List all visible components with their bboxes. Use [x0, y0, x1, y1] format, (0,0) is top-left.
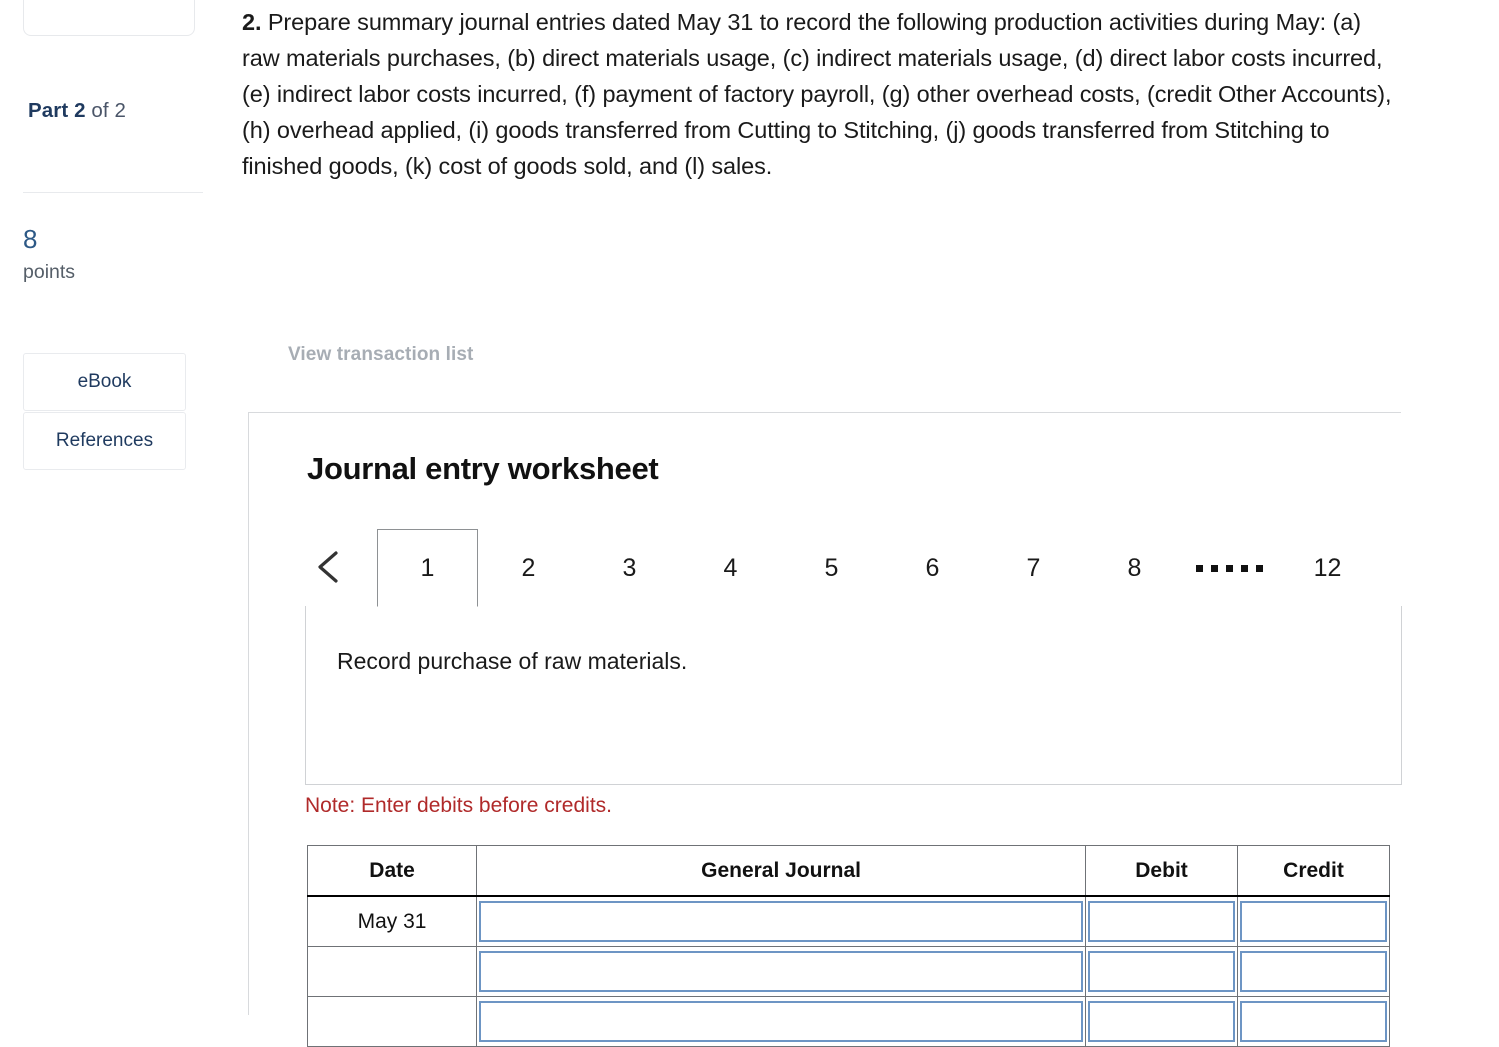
- worksheet-tab-7[interactable]: 7: [983, 529, 1084, 607]
- column-header-debit: Debit: [1085, 845, 1238, 897]
- cell-debit: [1085, 996, 1238, 1047]
- table-header-row: Date General Journal Debit Credit: [306, 845, 1390, 897]
- worksheet-tab-3[interactable]: 3: [579, 529, 680, 607]
- cell-credit: [1237, 946, 1390, 997]
- cell-general-journal: [476, 996, 1087, 1047]
- worksheet-tabs-ellipsis: [1185, 529, 1273, 607]
- worksheet-tab-4[interactable]: 4: [680, 529, 781, 607]
- view-transaction-list-link[interactable]: View transaction list: [288, 344, 473, 366]
- debits-before-credits-note: Note: Enter debits before credits.: [305, 794, 612, 817]
- points-label: points: [23, 261, 76, 283]
- column-header-credit: Credit: [1237, 845, 1390, 897]
- cell-credit-input[interactable]: [1240, 1001, 1387, 1042]
- cell-general-journal-input[interactable]: [479, 951, 1084, 992]
- cell-debit-input[interactable]: [1088, 901, 1235, 942]
- worksheet-tab-6[interactable]: 6: [882, 529, 983, 607]
- cell-credit: [1237, 895, 1390, 947]
- question-sidebar: Part 2 of 2 8 points eBook References: [0, 0, 228, 1015]
- journal-entry-table: Date General Journal Debit Credit May 31: [306, 845, 1390, 1047]
- cell-date[interactable]: [306, 946, 478, 997]
- cell-debit-input[interactable]: [1088, 951, 1235, 992]
- cell-date[interactable]: [306, 996, 478, 1047]
- worksheet-tab-strip: 1 2 3 4 5 6 7 8 12: [305, 529, 1402, 607]
- entry-description-text: Record purchase of raw materials.: [337, 648, 688, 674]
- table-row: [306, 996, 1390, 1047]
- part-indicator-total: of 2: [85, 99, 126, 122]
- worksheet-tab-1[interactable]: 1: [377, 529, 478, 607]
- table-row: [306, 946, 1390, 997]
- part-indicator-number: Part 2: [28, 99, 86, 122]
- sidebar-top-card: [23, 0, 195, 36]
- chevron-left-icon[interactable]: [313, 547, 347, 587]
- cell-general-journal: [476, 895, 1087, 947]
- question-number: 2.: [242, 9, 262, 35]
- question-body: Prepare summary journal entries dated Ma…: [242, 9, 1392, 179]
- question-block: 2. Prepare summary journal entries dated…: [242, 4, 1402, 184]
- column-header-general-journal: General Journal: [476, 845, 1087, 897]
- worksheet-tab-12[interactable]: 12: [1277, 529, 1378, 607]
- cell-debit: [1085, 895, 1238, 947]
- part-indicator: Part 2 of 2: [28, 99, 126, 123]
- ebook-button[interactable]: eBook: [23, 353, 186, 411]
- column-header-date: Date: [306, 845, 478, 897]
- cell-debit-input[interactable]: [1088, 1001, 1235, 1042]
- worksheet-tab-8[interactable]: 8: [1084, 529, 1185, 607]
- points-value: 8: [23, 224, 38, 254]
- worksheet-tab-2[interactable]: 2: [478, 529, 579, 607]
- cell-credit-input[interactable]: [1240, 951, 1387, 992]
- cell-general-journal-input[interactable]: [479, 1001, 1084, 1042]
- worksheet-tab-5[interactable]: 5: [781, 529, 882, 607]
- table-row: May 31: [306, 895, 1390, 947]
- cell-general-journal: [476, 946, 1087, 997]
- journal-entry-worksheet-panel: Journal entry worksheet 1 2 3 4 5 6 7 8 12 Recor…: [248, 412, 1402, 1047]
- cell-date[interactable]: May 31: [306, 895, 478, 947]
- entry-description-box: Record purchase of raw materials.: [305, 606, 1402, 785]
- sidebar-divider: [23, 192, 203, 193]
- cell-credit: [1237, 996, 1390, 1047]
- cell-debit: [1085, 946, 1238, 997]
- question-text: 2. Prepare summary journal entries dated…: [242, 4, 1402, 184]
- cell-credit-input[interactable]: [1240, 901, 1387, 942]
- cell-general-journal-input[interactable]: [479, 901, 1084, 942]
- references-button[interactable]: References: [23, 412, 186, 470]
- worksheet-title: Journal entry worksheet: [307, 451, 659, 486]
